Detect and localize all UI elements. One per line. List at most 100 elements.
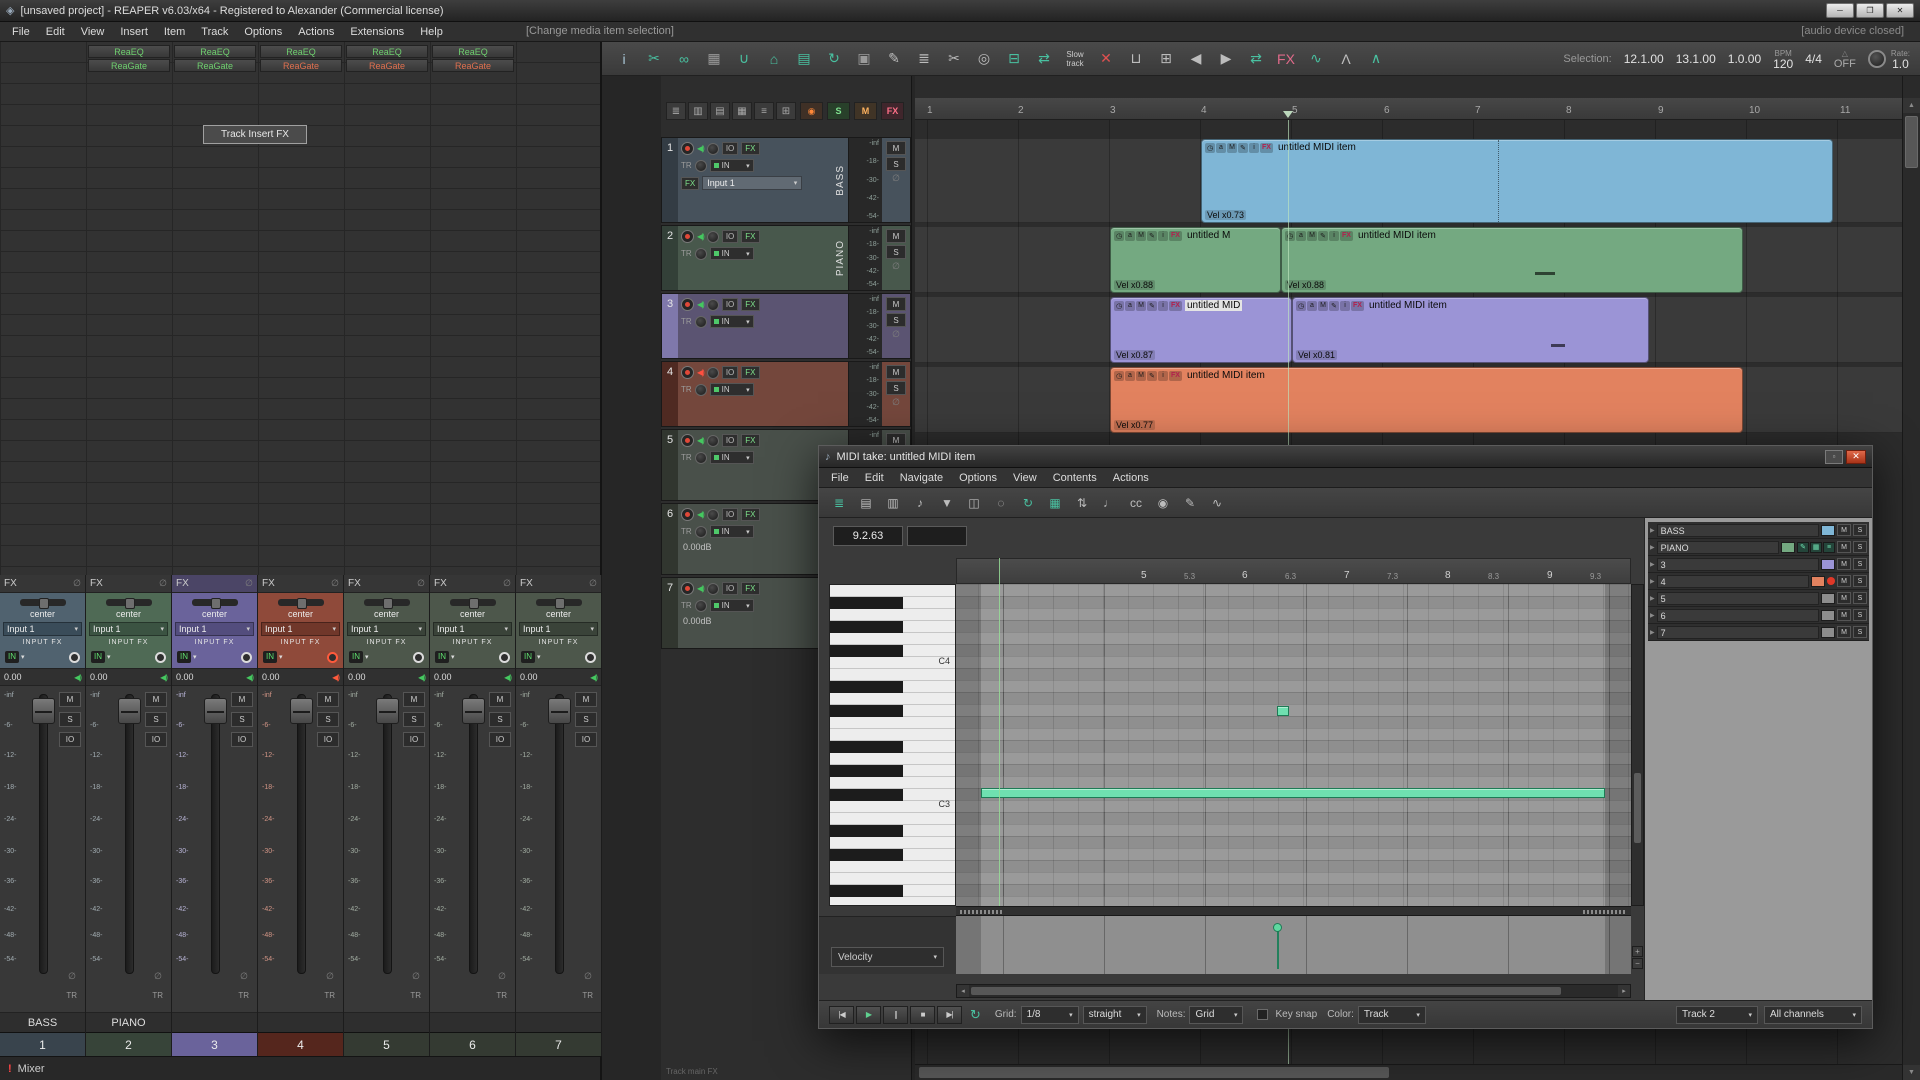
input-monitor-button[interactable]: IN [5,651,19,663]
reaeq-fx-slot[interactable]: ReaEQ [174,45,256,58]
item-velocity-label[interactable]: Vel x0.88 [1114,280,1155,290]
solo-button[interactable]: S [489,712,511,727]
midi-toolbar-icon[interactable]: ♩ [1097,492,1121,514]
toolbar-icon[interactable]: ▣ [850,46,878,72]
toolbar-icon[interactable]: ⇄ [1030,46,1058,72]
track-number[interactable]: 2 [86,1032,171,1056]
fx-button[interactable]: FX [741,582,759,595]
selection-start[interactable]: 12.1.00 [1624,52,1664,66]
item-mute-icon[interactable]: M [1136,371,1146,381]
solo-button[interactable]: S [145,712,167,727]
midi-track-row[interactable]: ▶ 7 ✎ ▦ ≡ M S [1648,624,1869,641]
input-fx-label[interactable]: INPUT FX [433,637,512,648]
track-number[interactable]: 5 [662,430,678,500]
reagate-fx-slot[interactable]: ReaGate [260,59,342,72]
record-dot[interactable] [1827,577,1835,585]
fx-button[interactable]: FX [741,230,759,243]
toolbar-icon[interactable]: Λ [1332,46,1360,72]
toolbar-icon[interactable]: ✂ [940,46,968,72]
track-number[interactable]: 4 [662,362,678,426]
record-monitor-knob[interactable] [241,652,252,663]
media-item[interactable]: ◷ a M ✎ i FX untitled M Vel x0.88 [1110,227,1281,293]
media-item[interactable]: ◷ a M ✎ i FX untitled MIDI item Vel x0.7… [1201,139,1833,223]
toolbar-icon[interactable]: ◎ [970,46,998,72]
record-arm-button[interactable] [681,298,694,311]
midi-note[interactable] [981,788,1605,798]
monitor-input-dropdown[interactable]: IN ▾ [710,599,754,612]
midi-track-name[interactable]: 4 [1657,575,1809,588]
item-notes-icon[interactable]: ✎ [1147,371,1157,381]
solo-button[interactable]: S [1853,592,1867,604]
track-number[interactable]: 6 [430,1032,515,1056]
window-titlebar[interactable]: ◈ [unsaved project] - REAPER v6.03/x64 -… [0,0,1920,22]
pan-knob[interactable] [707,583,719,595]
track-panel[interactable]: 4 ◀) IO FX TR IN [661,361,911,427]
input-fx-label[interactable]: INPUT FX [3,637,82,648]
toolbar-icon[interactable]: ↻ [820,46,848,72]
input-dropdown[interactable]: Input 1▾ [175,622,254,636]
midi-window-titlebar[interactable]: ♪ MIDI take: untitled MIDI item ▫ ✕ [819,446,1872,468]
midi-toolbar-icon[interactable]: ◌ [989,492,1013,514]
midi-toolbar-icon[interactable]: cc [1124,492,1148,514]
close-button[interactable]: ✕ [1886,3,1914,18]
expand-arrow-icon[interactable]: ▶ [1650,578,1655,585]
pan-slider[interactable] [536,599,582,606]
grid-type-dropdown[interactable]: straight▾ [1083,1006,1147,1024]
monitor-input-dropdown[interactable]: IN ▾ [710,383,754,396]
scrollbar-thumb[interactable] [1905,116,1918,168]
channel-filter-dropdown[interactable]: All channels▾ [1764,1006,1862,1024]
tcp-toolbar-icon[interactable]: ≡ [754,102,774,120]
reagate-fx-slot[interactable]: ReaGate [346,59,428,72]
mute-button[interactable]: M [1837,626,1851,638]
fx-slot-button[interactable]: FX [681,177,699,190]
selection-length[interactable]: 1.0.00 [1728,52,1761,66]
midi-toolbar-icon[interactable]: ≣ [827,492,851,514]
item-velocity-label[interactable]: Vel x0.81 [1296,350,1337,360]
edit-cursor-marker[interactable] [1283,111,1293,118]
pan-slider[interactable] [20,599,66,606]
phase-icon[interactable]: ∅ [498,971,506,982]
record-arm-button[interactable] [681,582,694,595]
phase-icon[interactable]: ∅ [154,971,162,982]
list-chip-icon[interactable]: ≡ [1823,542,1835,553]
item-fx-icon[interactable]: FX [1169,371,1182,381]
edit-chip-icon[interactable]: ✎ [1797,542,1809,553]
pan-slider[interactable] [364,599,410,606]
solo-button[interactable]: S [1853,575,1867,587]
record-arm-button[interactable] [681,508,694,521]
transport-button[interactable]: ▶| [937,1006,962,1024]
zoom-in-button[interactable]: + [1632,946,1643,957]
tcp-toolbar-icon[interactable]: ▦ [732,102,752,120]
solo-button[interactable]: S [403,712,425,727]
zoom-out-button[interactable]: − [1632,958,1643,969]
strip-fx-row[interactable]: FX ∅ [86,575,171,593]
midi-toolbar-icon[interactable]: ∿ [1205,492,1229,514]
time-signature[interactable]: 4/4 [1805,52,1822,66]
record-arm-button[interactable] [681,142,694,155]
toolbar-icon[interactable]: ∿ [1302,46,1330,72]
tcp-master-chip[interactable]: S [827,102,850,120]
item-mute-icon[interactable]: M [1227,143,1237,153]
item-lock-icon[interactable]: a [1307,301,1317,311]
mute-button[interactable]: M [59,692,81,707]
input-fx-label[interactable]: INPUT FX [175,637,254,648]
toolbar-icon[interactable]: ◀ [1182,46,1210,72]
reagate-fx-slot[interactable]: ReaGate [432,59,514,72]
input-dropdown[interactable]: Input 1▾ [347,622,426,636]
item-info-icon[interactable]: i [1158,371,1168,381]
monitor-knob[interactable] [695,384,707,396]
item-clock-icon[interactable]: ◷ [1114,371,1124,381]
input-fx-label[interactable]: INPUT FX [347,637,426,648]
monitor-knob[interactable] [695,526,707,538]
midi-track-name[interactable]: PIANO [1657,541,1779,554]
midi-track-row[interactable]: ▶ 5 ✎ ▦ ≡ M S [1648,590,1869,607]
reaeq-fx-slot[interactable]: ReaEQ [88,45,170,58]
strip-fx-row[interactable]: FX ∅ [516,575,601,593]
record-arm-button[interactable] [681,230,694,243]
monitor-input-dropdown[interactable]: IN ▾ [710,247,754,260]
strip-fx-row[interactable]: FX ∅ [0,575,85,593]
solo-button[interactable]: S [317,712,339,727]
toolbar-icon[interactable]: ⊞ [1152,46,1180,72]
scrollbar-thumb[interactable] [919,1067,1389,1078]
transport-button[interactable]: ∥ [883,1006,908,1024]
